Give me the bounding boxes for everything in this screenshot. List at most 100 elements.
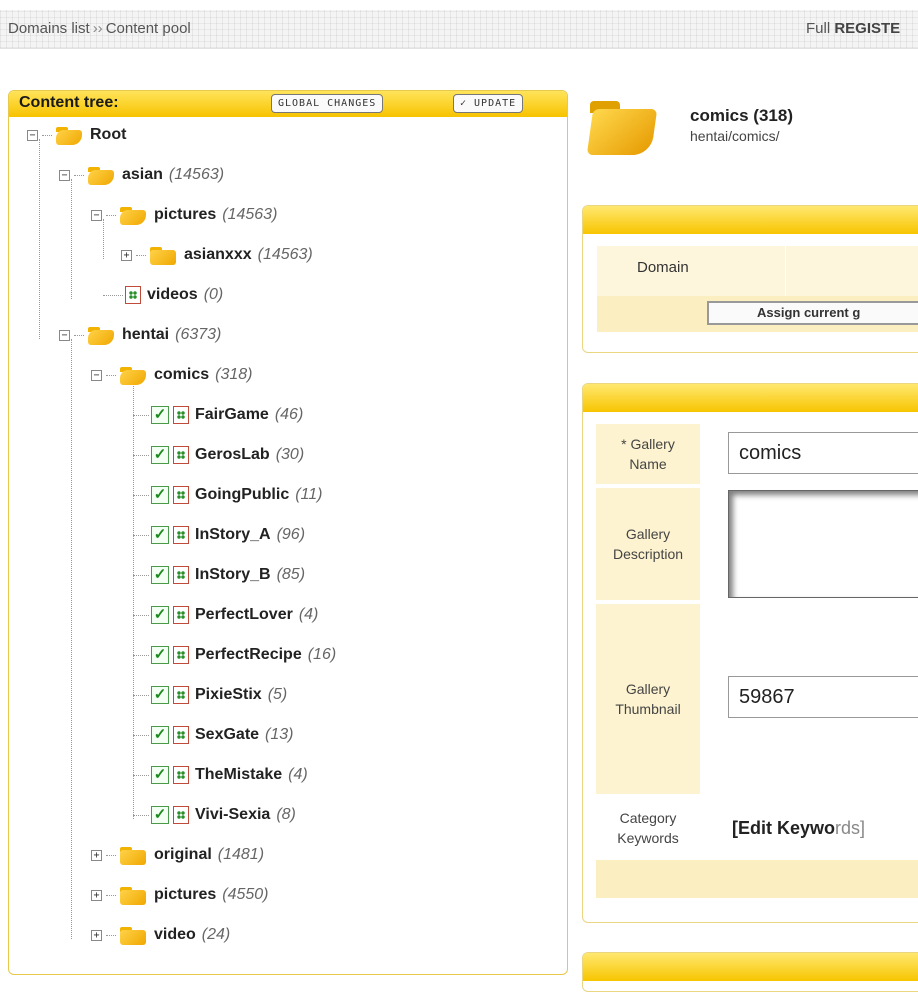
tree-connector (106, 214, 116, 216)
collapse-minus-icon[interactable]: − (91, 209, 102, 221)
checkbox-checked[interactable]: ✓ (151, 806, 169, 824)
tree-node-comic-item[interactable]: ✓ InStory_A (96) (133, 521, 305, 549)
folder-open-icon (118, 364, 148, 386)
checkbox-checked[interactable]: ✓ (151, 686, 169, 704)
breadcrumb-domains-list[interactable]: Domains list (8, 20, 90, 37)
tree-node-label: asian (122, 166, 163, 183)
gallery-name-label-line2: Name (629, 456, 667, 472)
tree-node-count: (85) (276, 566, 306, 583)
domain-row: Domain (597, 246, 918, 296)
checkbox-checked[interactable]: ✓ (151, 766, 169, 784)
tree-node-comic-item[interactable]: ✓ PerfectLover (4) (133, 601, 318, 629)
tree-node-comic-item[interactable]: ✓ GoingPublic (11) (133, 481, 322, 509)
collapse-minus-icon[interactable]: − (59, 169, 70, 181)
expand-plus-icon[interactable]: + (91, 889, 102, 901)
tree-node-label: PixieStix (195, 686, 262, 703)
tree-node-label: InStory_B (195, 566, 271, 583)
category-keywords-label-line1: Category (619, 810, 677, 826)
page-icon (173, 806, 189, 824)
page-icon (173, 726, 189, 744)
tree-connector (133, 694, 149, 696)
tree-node-original[interactable]: + original (1481) (91, 841, 264, 869)
tree-node-root[interactable]: − Root (27, 121, 126, 149)
tree-node-asian-pictures[interactable]: − pictures (14563) (91, 201, 277, 229)
update-button[interactable]: ✓ UPDATE (453, 94, 524, 113)
tree-connector (133, 534, 149, 536)
expand-plus-icon[interactable]: + (121, 249, 132, 261)
tree-node-comics[interactable]: − comics (318) (91, 361, 253, 389)
tree-node-asian-videos[interactable]: videos (0) (103, 281, 223, 309)
tree-node-comic-item[interactable]: ✓ SexGate (13) (133, 721, 294, 749)
tree-node-hentai-pictures[interactable]: + pictures (4550) (91, 881, 269, 909)
full-register-link[interactable]: Full REGISTE (806, 20, 918, 37)
tree-node-comic-item[interactable]: ✓ PerfectRecipe (16) (133, 641, 336, 669)
gallery-name-input[interactable]: comics (728, 432, 918, 474)
tree-node-label: PerfectLover (195, 606, 293, 623)
full-register-bold: REGISTE (834, 20, 901, 37)
edit-keywords-link[interactable]: [Edit Keywords] (732, 818, 865, 839)
tree-node-count: (14563) (222, 206, 278, 223)
checkbox-checked[interactable]: ✓ (151, 446, 169, 464)
tree-node-count: (96) (276, 526, 306, 543)
checkbox-checked[interactable]: ✓ (151, 526, 169, 544)
tree-node-label: Vivi-Sexia (195, 806, 271, 823)
expand-plus-icon[interactable]: + (91, 849, 102, 861)
form-footer-strip (596, 860, 918, 898)
domain-panel-header (583, 206, 918, 234)
tree-node-video[interactable]: + video (24) (91, 921, 230, 949)
tree-node-comic-item[interactable]: ✓ PixieStix (5) (133, 681, 287, 709)
tree-node-label: FairGame (195, 406, 269, 423)
tree-node-count: (14563) (168, 166, 225, 183)
tree-node-comic-item[interactable]: ✓ GerosLab (30) (133, 441, 304, 469)
tree-node-count: (4) (298, 606, 319, 623)
tree-node-label: SexGate (195, 726, 260, 743)
tree-connector (106, 934, 116, 936)
tree-node-label: hentai (122, 326, 170, 343)
checkbox-checked[interactable]: ✓ (151, 566, 169, 584)
expand-plus-icon[interactable]: + (91, 929, 102, 941)
tree-node-comic-item[interactable]: ✓ TheMistake (4) (133, 761, 308, 789)
checkbox-checked[interactable]: ✓ (151, 726, 169, 744)
breadcrumb-content-pool: Content pool (105, 20, 191, 37)
tree-connector (133, 654, 149, 656)
tree-node-asian[interactable]: − asian (14563) (59, 161, 224, 189)
content-tree-panel: Content tree: GLOBAL CHANGES ✓ UPDATE − … (8, 90, 568, 975)
collapse-minus-icon[interactable]: − (27, 129, 38, 141)
tree-node-count: (0) (203, 286, 224, 303)
tree-node-asianxxx[interactable]: + asianxxx (14563) (121, 241, 313, 269)
collapse-minus-icon[interactable]: − (59, 329, 70, 341)
page-icon (173, 526, 189, 544)
assign-current-button[interactable]: Assign current g (707, 301, 918, 325)
gallery-thumbnail-input[interactable]: 59867 (728, 676, 918, 718)
checkbox-checked[interactable]: ✓ (151, 606, 169, 624)
global-changes-button[interactable]: GLOBAL CHANGES (271, 94, 384, 113)
tree-node-comic-item[interactable]: ✓ FairGame (46) (133, 401, 303, 429)
collapse-minus-icon[interactable]: − (91, 369, 102, 381)
tree-node-label: videos (147, 286, 198, 303)
tree-connector (133, 454, 149, 456)
gallery-description-textarea[interactable] (728, 490, 918, 598)
tree-node-label: asianxxx (184, 246, 252, 263)
content-tree-title: Content tree: (19, 94, 119, 111)
tree-connector (74, 174, 84, 176)
tree-connector (133, 494, 149, 496)
tree-node-comic-item[interactable]: ✓ Vivi-Sexia (8) (133, 801, 296, 829)
tree-node-count: (11) (295, 486, 323, 503)
tree-node-hentai[interactable]: − hentai (6373) (59, 321, 221, 349)
tree-node-comic-item[interactable]: ✓ InStory_B (85) (133, 561, 305, 589)
page-icon (125, 286, 141, 304)
folder-open-icon (86, 324, 116, 346)
folder-icon (118, 924, 148, 946)
tree-guide-line (71, 339, 72, 939)
checkbox-checked[interactable]: ✓ (151, 406, 169, 424)
checkbox-checked[interactable]: ✓ (151, 646, 169, 664)
content-tree-header: Content tree: GLOBAL CHANGES ✓ UPDATE (9, 91, 567, 117)
checkbox-checked[interactable]: ✓ (151, 486, 169, 504)
tree-node-count: (30) (275, 446, 305, 463)
tree-node-label: TheMistake (195, 766, 283, 783)
gallery-thumbnail-label: Gallery Thumbnail (596, 604, 700, 794)
tree-node-count: (4) (288, 766, 308, 783)
tree-connector (133, 814, 149, 816)
folder-open-icon (54, 124, 84, 146)
gallery-name-label-line1: * Gallery (621, 436, 675, 452)
